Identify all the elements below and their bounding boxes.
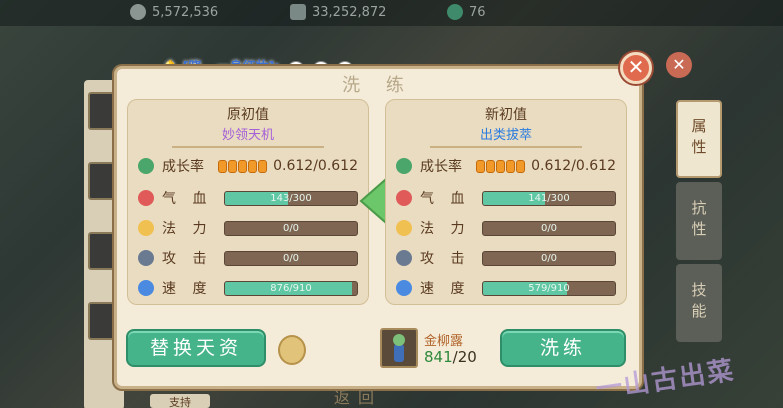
wing-icon (138, 280, 154, 296)
wash-button[interactable]: 洗练 (500, 329, 626, 367)
stat-value: 0/0 (540, 252, 558, 264)
circle-icon (138, 220, 154, 236)
panel-header: 原初值 妙领天机 (128, 104, 368, 143)
stat-value: 876/910 (270, 282, 312, 294)
stat-value: 141/300 (528, 192, 570, 204)
growth-label: 成长率 (162, 159, 204, 175)
stat-value: 0/0 (282, 222, 300, 234)
sword-icon (138, 250, 154, 266)
bottom-left-label: 支持 (150, 394, 210, 408)
sword-icon (396, 250, 412, 266)
skill-name: 出类拔萃 (479, 128, 532, 143)
medal-icon[interactable] (278, 335, 306, 365)
tab-resistance[interactable]: 抗性 (676, 182, 722, 260)
item-count: 841/20 (424, 348, 477, 366)
item-slot[interactable] (380, 328, 418, 368)
background-close-icon[interactable]: ✕ (666, 52, 692, 78)
stat-bar: 0/0 (482, 250, 616, 266)
potion-icon (393, 334, 405, 362)
side-tabs: 属性 抗性 技能 (676, 100, 726, 346)
gold-resource: 33,252,872 (290, 4, 386, 20)
growth-label: 成长率 (420, 159, 462, 175)
stat-label: 速 度 (420, 281, 471, 297)
stat-label: 气 血 (420, 191, 471, 207)
stat-bar: 579/910 (482, 280, 616, 296)
stat-bar: 876/910 (224, 280, 358, 296)
stat-label: 法 力 (162, 221, 213, 237)
stat-label: 攻 击 (162, 251, 213, 267)
heart-icon (396, 190, 412, 206)
divider (430, 146, 582, 148)
stat-row: 攻 击 0/0 (138, 248, 358, 268)
new-stats-panel: 新初值 出类拔萃 成长率 0.612/0.612 气 血 141/300 法 力… (385, 99, 627, 305)
ingot-icon (290, 4, 306, 20)
growth-row: 成长率 0.612/0.612 (138, 156, 358, 176)
growth-pills (476, 159, 526, 173)
stat-value: 579/910 (528, 282, 570, 294)
panel-header: 新初值 出类拔萃 (386, 104, 626, 143)
growth-row: 成长率 0.612/0.612 (396, 156, 616, 176)
item-need: /20 (452, 348, 477, 366)
growth-value: 0.612/0.612 (273, 158, 358, 174)
silver-coin-icon (130, 4, 146, 20)
stat-value: 143/300 (270, 192, 312, 204)
tab-skills[interactable]: 技能 (676, 264, 722, 342)
stat-value: 0/0 (540, 222, 558, 234)
stat-bar: 0/0 (482, 220, 616, 236)
gold-amount: 33,252,872 (312, 4, 387, 20)
stat-row: 攻 击 0/0 (396, 248, 616, 268)
close-button[interactable]: ✕ (620, 52, 652, 84)
top-resource-bar: 5,572,536 33,252,872 76 (0, 0, 783, 26)
leaf-icon (138, 158, 154, 174)
panel-title: 原初值 (227, 107, 269, 123)
stat-bar: 141/300 (482, 190, 616, 206)
original-stats-panel: 原初值 妙领天机 成长率 0.612/0.612 气 血 143/300 法 力… (127, 99, 369, 305)
stat-label: 速 度 (162, 281, 213, 297)
stat-row: 法 力 0/0 (138, 218, 358, 238)
tab-attributes[interactable]: 属性 (676, 100, 722, 178)
jade-amount: 76 (469, 4, 486, 20)
heart-icon (138, 190, 154, 206)
panel-title: 新初值 (485, 107, 527, 123)
dialog-title: 洗 练 (342, 75, 414, 96)
divider (172, 146, 324, 148)
silver-amount: 5,572,536 (152, 4, 219, 20)
growth-value: 0.612/0.612 (531, 158, 616, 174)
leaf-icon (396, 158, 412, 174)
silver-resource: 5,572,536 (130, 4, 218, 20)
stat-row: 速 度 579/910 (396, 278, 616, 298)
back-button[interactable]: 返回 (328, 384, 388, 408)
stat-label: 攻 击 (420, 251, 471, 267)
growth-pills (218, 159, 268, 173)
jade-icon (447, 4, 463, 20)
stat-bar: 0/0 (224, 220, 358, 236)
item-have: 841 (424, 348, 453, 366)
wing-icon (396, 280, 412, 296)
stat-label: 气 血 (162, 191, 213, 207)
stat-row: 速 度 876/910 (138, 278, 358, 298)
replace-aptitude-button[interactable]: 替换天资 (126, 329, 266, 367)
stat-bar: 143/300 (224, 190, 358, 206)
stat-label: 法 力 (420, 221, 471, 237)
stat-row: 气 血 141/300 (396, 188, 616, 208)
jade-resource: 76 (447, 4, 486, 20)
stat-bar: 0/0 (224, 250, 358, 266)
stat-row: 气 血 143/300 (138, 188, 358, 208)
item-name: 金柳露 (424, 334, 464, 349)
skill-name: 妙领天机 (221, 128, 274, 143)
stat-row: 法 力 0/0 (396, 218, 616, 238)
stat-value: 0/0 (282, 252, 300, 264)
circle-icon (396, 220, 412, 236)
